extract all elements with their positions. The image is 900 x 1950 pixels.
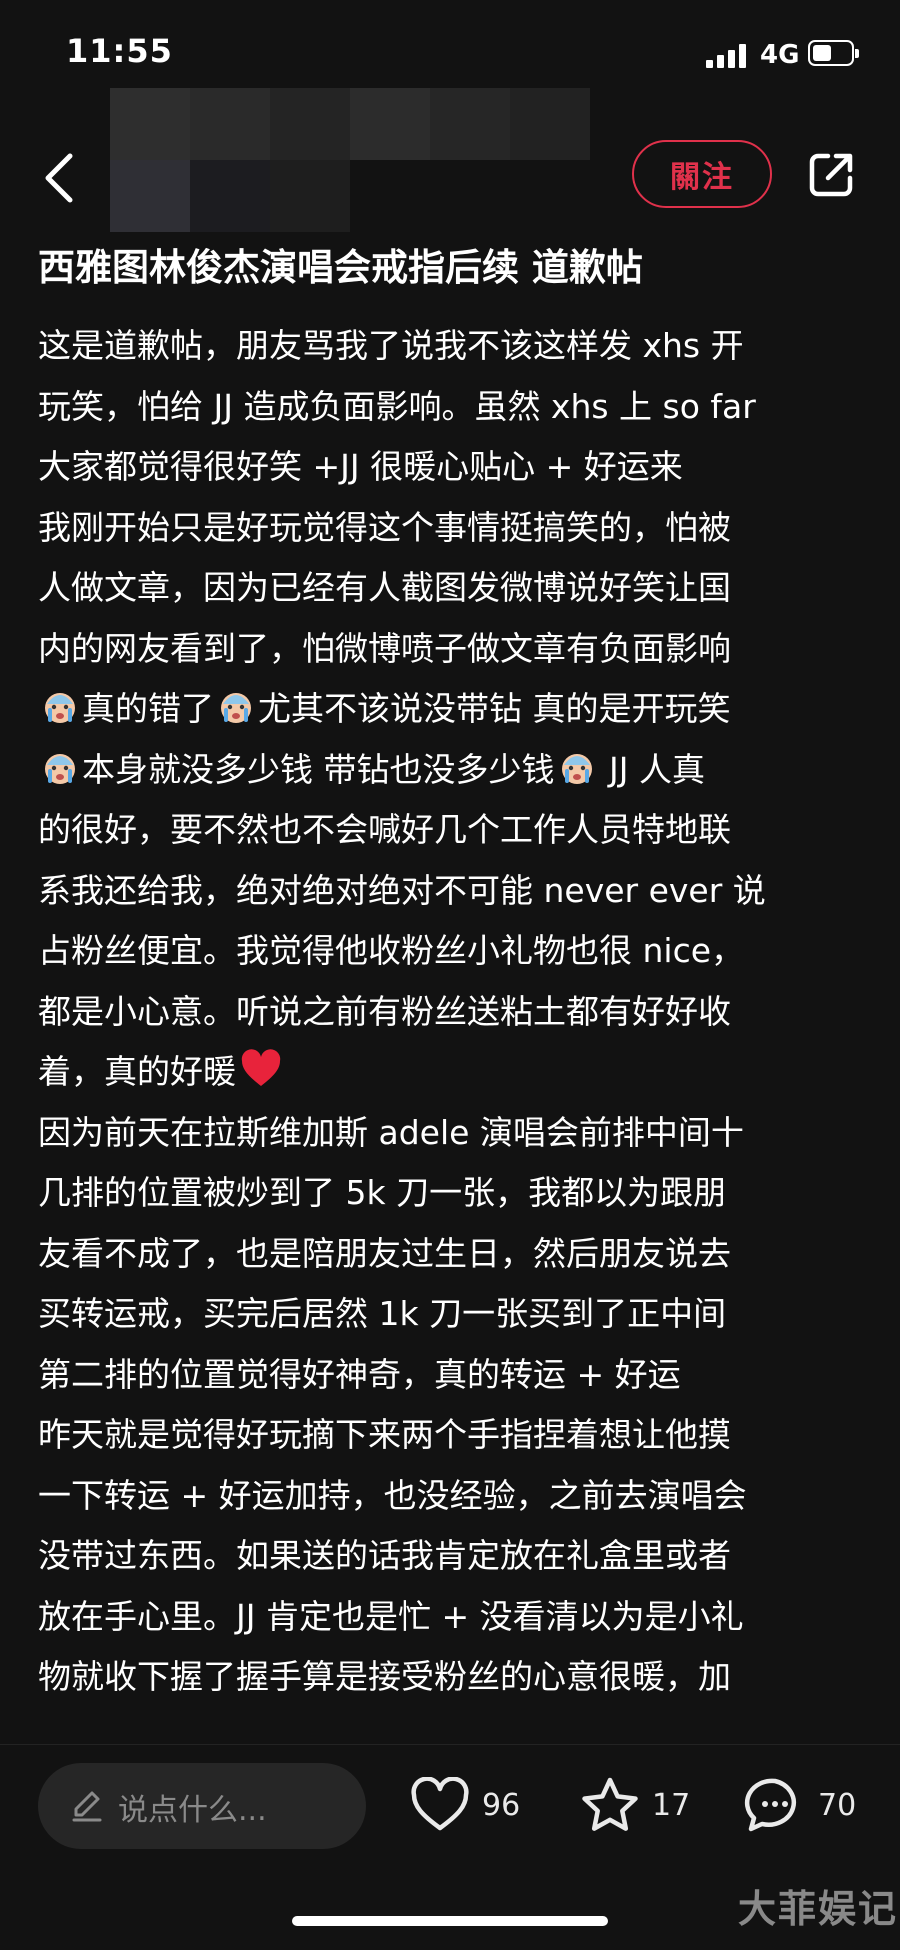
chat-bubble-icon xyxy=(744,1778,797,1832)
text-segment: 真的错了 xyxy=(82,689,214,728)
text-line: 这是道歉帖，朋友骂我了说我不该这样发 xhs 开 xyxy=(38,326,744,365)
text-segment: 着，真的好暖 xyxy=(38,1052,236,1091)
text-line: 第二排的位置觉得好神奇，真的转运 + 好运 xyxy=(38,1354,681,1394)
text-line: 玩笑，怕给 JJ 造成负面影响。虽然 xhs 上 so far xyxy=(38,386,756,426)
text-line: 昨天就是觉得好玩摘下来两个手指捏着想让他摸 xyxy=(38,1415,731,1454)
text-segment: 本身就没多少钱 带钻也没多少钱 xyxy=(82,749,555,789)
comment-placeholder: 说点什么... xyxy=(118,1793,267,1828)
text-line: 因为前天在拉斯维加斯 adele 演唱会前排中间十 xyxy=(38,1112,744,1152)
text-line: 真的错了 尤其不该说没带钻 真的是开玩笑 xyxy=(38,679,868,740)
battery-icon xyxy=(808,40,859,66)
text-line: 我刚开始只是好玩觉得这个事情挺搞笑的，怕被 xyxy=(38,507,731,547)
collect-count: 17 xyxy=(652,1787,691,1823)
like-count: 96 xyxy=(482,1787,521,1823)
status-time: 11:55 xyxy=(66,32,173,70)
crying-face-emoji-icon xyxy=(221,693,251,723)
text-line: 没带过东西。如果送的话我肯定放在礼盒里或者 xyxy=(38,1536,731,1575)
watermark: 大菲娱记 xyxy=(738,1887,899,1931)
pen-icon xyxy=(72,1791,102,1822)
follow-button[interactable]: 關注 xyxy=(632,140,772,208)
text-line: 着，真的好暖 xyxy=(38,1042,868,1103)
share-icon[interactable] xyxy=(806,150,856,200)
text-line: 一下转运 + 好运加持，也没经验，之前去演唱会 xyxy=(38,1475,747,1515)
comment-input[interactable]: 说点什么... xyxy=(38,1763,366,1849)
text-line: 大家都觉得很好笑 +JJ 很暖心贴心 + 好运来 xyxy=(38,447,683,486)
text-line: 内的网友看到了，怕微博喷子做文章有负面影响 xyxy=(38,628,731,668)
chevron-left-icon[interactable] xyxy=(40,150,80,206)
text-line: 本身就没多少钱 带钻也没多少钱 JJ 人真 xyxy=(38,740,868,801)
post-header: 關注 xyxy=(0,88,900,238)
text-line: 占粉丝便宜。我觉得他收粉丝小礼物也很 nice， xyxy=(38,931,745,970)
post-title: 西雅图林俊杰演唱会戒指后续 道歉帖 xyxy=(38,246,643,289)
text-line: 的很好，要不然也不会喊好几个工作人员特地联 xyxy=(38,810,731,849)
blurred-author-info xyxy=(110,88,590,233)
heart-icon xyxy=(411,1777,469,1831)
signal-icon xyxy=(706,44,748,68)
crying-face-emoji-icon xyxy=(45,753,75,784)
red-heart-emoji-icon xyxy=(241,1049,281,1086)
text-segment: JJ 人真 xyxy=(598,749,705,789)
post-text: 这是道歉帖，朋友骂我了说我不该这样发 xhs 开 玩笑，怕给 JJ 造成负面影响… xyxy=(38,316,868,1708)
comment-count: 70 xyxy=(818,1787,857,1823)
text-line: 放在手心里。JJ 肯定也是忙 + 没看清以为是小礼 xyxy=(38,1596,744,1636)
text-line: 买转运戒，买完后居然 1k 刀一张买到了正中间 xyxy=(38,1294,727,1333)
text-line: 系我还给我，绝对绝对绝对不可能 never ever 说 xyxy=(38,870,766,910)
crying-face-emoji-icon xyxy=(561,753,592,784)
star-icon xyxy=(582,1777,638,1831)
text-line: 物就收下握了握手算是接受粉丝的心意很暖，加 xyxy=(38,1657,731,1696)
post-body: 这是道歉帖，朋友骂我了说我不该这样发 xhs 开 玩笑，怕给 JJ 造成负面影响… xyxy=(38,316,868,1744)
text-line: 几排的位置被炒到了 5k 刀一张，我都以为跟朋 xyxy=(38,1173,727,1212)
network-type: 4G xyxy=(760,40,800,70)
text-line: 人做文章，因为已经有人截图发微博说好笑让国 xyxy=(38,568,731,607)
text-line: 友看不成了，也是陪朋友过生日，然后朋友说去 xyxy=(38,1233,731,1273)
home-indicator[interactable] xyxy=(292,1916,608,1926)
collect-button[interactable]: 17 xyxy=(580,1773,690,1837)
like-button[interactable]: 96 xyxy=(410,1773,520,1837)
comment-button[interactable]: 70 xyxy=(744,1773,856,1837)
crying-face-emoji-icon xyxy=(45,693,75,723)
text-line: 都是小心意。听说之前有粉丝送粘土都有好好收 xyxy=(38,991,731,1031)
text-segment: 尤其不该说没带钻 真的是开玩笑 xyxy=(258,689,731,728)
